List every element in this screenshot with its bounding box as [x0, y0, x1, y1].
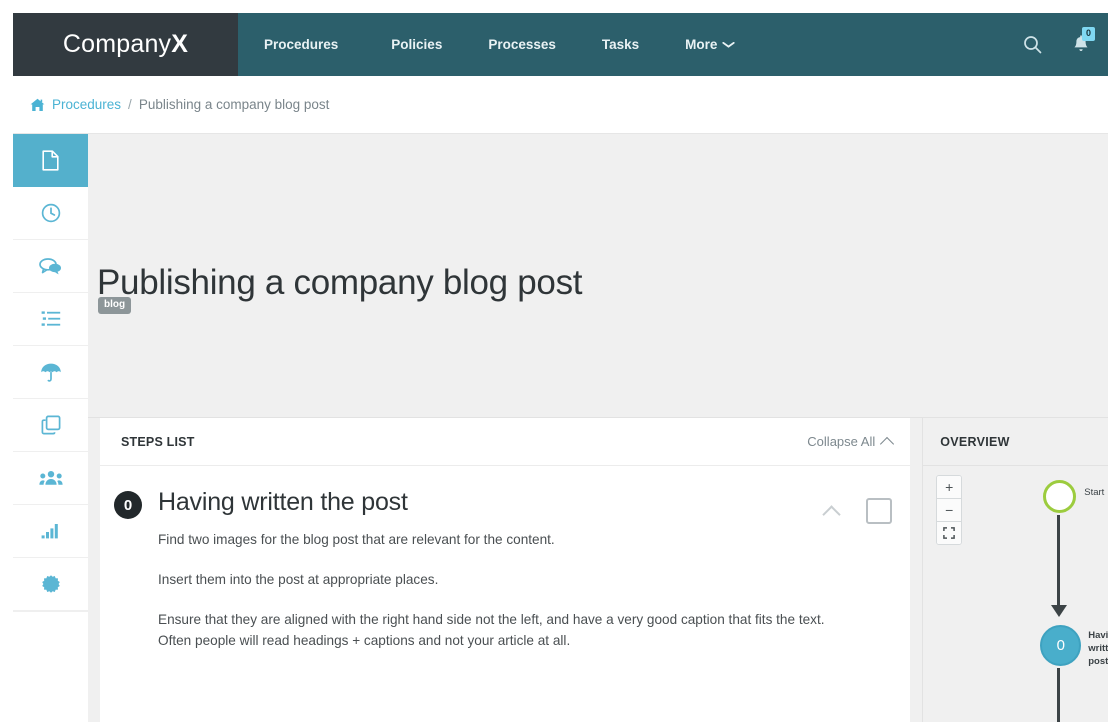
- collapse-all-label: Collapse All: [807, 434, 876, 449]
- umbrella-icon: [40, 362, 62, 383]
- sidebar-item-checklist[interactable]: [13, 293, 88, 346]
- breadcrumb-separator: /: [128, 97, 132, 112]
- page-tag-badge[interactable]: blog: [98, 297, 132, 314]
- step-paragraph: Insert them into the post at appropriate…: [158, 572, 439, 588]
- step-actions: [822, 488, 893, 524]
- nav-label-more: More: [685, 37, 718, 52]
- brand-name-bold: X: [171, 30, 189, 58]
- process-flow-diagram: Start 0 Having written the post: [923, 465, 1108, 722]
- step-number-badge: 0: [114, 491, 142, 519]
- bar-chart-icon: [41, 523, 61, 539]
- sidebar-item-copies[interactable]: [13, 399, 88, 452]
- breadcrumb-current: Publishing a company blog post: [138, 97, 330, 112]
- left-sidebar: [13, 134, 89, 722]
- chevron-down-icon: [722, 41, 736, 48]
- chevron-up-icon: [880, 436, 895, 451]
- page-title: Publishing a company blog post: [97, 263, 583, 303]
- sidebar-item-history[interactable]: [13, 187, 88, 240]
- flow-node-start-label: Start: [1084, 487, 1105, 498]
- sidebar-item-reports[interactable]: [13, 505, 88, 558]
- document-icon: [42, 149, 59, 171]
- collapse-all-button[interactable]: Collapse All: [807, 434, 895, 451]
- step-item: 0 Having written the post Find two image…: [100, 466, 910, 670]
- nav-item-more[interactable]: More: [662, 13, 756, 76]
- search-icon[interactable]: [1023, 35, 1042, 54]
- clock-icon: [41, 203, 61, 223]
- flow-arrow-head-icon: [1051, 605, 1068, 617]
- flow-connector: [1057, 668, 1061, 722]
- steps-list-card: STEPS LIST Collapse All 0 Having written…: [100, 418, 911, 722]
- nav-item-policies[interactable]: Policies: [368, 13, 465, 76]
- overview-title: OVERVIEW: [940, 434, 1010, 449]
- step-collapse-chevron-up-icon[interactable]: [822, 504, 841, 524]
- step-title[interactable]: Having written the post: [158, 488, 825, 517]
- sidebar-item-comments[interactable]: [13, 240, 88, 293]
- flow-connector: [1057, 515, 1061, 607]
- content-area: STEPS LIST Collapse All 0 Having written…: [88, 418, 1108, 722]
- left-gutter: [0, 0, 13, 722]
- copy-icon: [41, 415, 61, 435]
- breadcrumb-link-procedures[interactable]: Procedures: [52, 97, 121, 112]
- overview-header: OVERVIEW: [923, 418, 1108, 466]
- sidebar-item-team[interactable]: [13, 452, 88, 505]
- overview-panel: OVERVIEW + − Start 0 Having written the …: [922, 418, 1108, 722]
- nav-label-procedures: Procedures: [264, 37, 339, 52]
- flow-node-start[interactable]: [1043, 480, 1077, 513]
- sidebar-divider: [13, 611, 88, 612]
- nav-item-processes[interactable]: Processes: [465, 13, 579, 76]
- breadcrumb: Procedures / Publishing a company blog p…: [13, 76, 1108, 134]
- gear-icon: [41, 574, 61, 594]
- nav-label-policies: Policies: [391, 37, 443, 52]
- sidebar-item-insurance[interactable]: [13, 346, 88, 399]
- notification-count-badge: 0: [1082, 27, 1095, 41]
- step-paragraph: Find two images for the blog post that a…: [158, 532, 555, 547]
- nav-label-tasks: Tasks: [601, 37, 640, 52]
- notifications-bell-icon[interactable]: 0: [1072, 27, 1095, 54]
- sidebar-item-document[interactable]: [13, 134, 88, 187]
- primary-nav: Procedures Policies Processes Tasks More: [238, 13, 1108, 81]
- nav-item-tasks[interactable]: Tasks: [579, 13, 662, 76]
- nav-label-processes: Processes: [488, 37, 556, 52]
- step-paragraph: Ensure that they are aligned with the ri…: [158, 612, 825, 649]
- sidebar-item-settings[interactable]: [13, 558, 88, 611]
- step-content: Having written the post Find two images …: [142, 488, 825, 670]
- brand-logo[interactable]: Company X: [13, 13, 238, 76]
- home-icon[interactable]: [30, 98, 45, 112]
- flow-node-step-0[interactable]: 0: [1040, 625, 1082, 666]
- top-navigation-bar: Company X Procedures Policies Processes T…: [13, 13, 1108, 81]
- users-icon: [38, 470, 63, 486]
- nav-item-procedures[interactable]: Procedures: [238, 13, 369, 81]
- list-icon: [41, 310, 61, 328]
- flow-node-step-0-label: Having written the post: [1088, 630, 1108, 667]
- step-complete-checkbox[interactable]: [866, 498, 893, 524]
- comments-icon: [39, 257, 62, 275]
- top-gutter: [0, 0, 1108, 13]
- nav-actions: 0: [1023, 13, 1108, 76]
- brand-name-light: Company: [62, 30, 172, 58]
- steps-list-title: STEPS LIST: [121, 434, 195, 449]
- page-header-band: Publishing a company blog post blog: [88, 134, 1108, 418]
- steps-list-header: STEPS LIST Collapse All: [100, 418, 911, 466]
